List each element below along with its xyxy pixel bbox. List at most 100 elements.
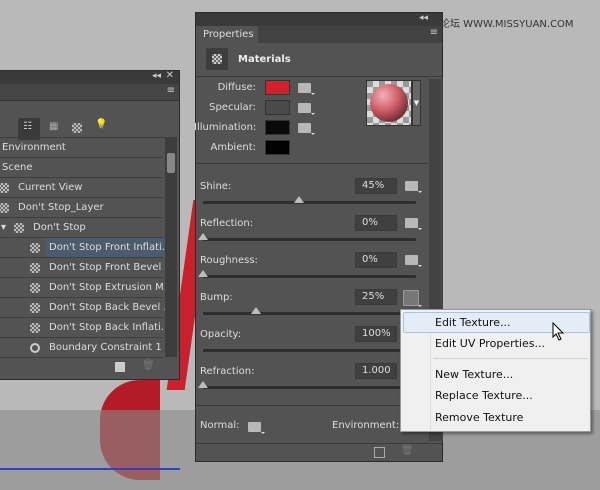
menu-item-new-texture[interactable]: New Texture... <box>435 365 513 385</box>
scrollbar[interactable] <box>165 137 177 357</box>
scene-list-item[interactable]: Don't Stop Back Bevel ... <box>0 298 173 318</box>
opacity-slider[interactable] <box>203 344 421 352</box>
normal-label: Normal: <box>200 420 240 431</box>
bump-slider-thumb[interactable] <box>251 307 262 314</box>
scene-list-item[interactable]: Scene <box>0 158 163 178</box>
environment-label: Environment: <box>332 420 400 431</box>
collapse-icon[interactable]: ◂◂ <box>419 13 428 23</box>
shine-texture-folder-icon[interactable] <box>405 181 422 193</box>
scene-item-label: Scene <box>2 162 33 173</box>
trash-icon[interactable]: 🗑 <box>401 445 414 456</box>
scrollbar-thumb[interactable] <box>167 153 175 173</box>
menu-item-edit-uv-properties[interactable]: Edit UV Properties... <box>435 334 545 354</box>
close-icon[interactable]: ✕ <box>166 70 174 81</box>
menu-item-replace-texture[interactable]: Replace Texture... <box>435 386 533 406</box>
menu-item-remove-texture[interactable]: Remove Texture <box>435 408 523 428</box>
reflection-slider[interactable] <box>198 233 416 241</box>
material-icon <box>30 303 40 313</box>
refraction-slider[interactable] <box>198 381 416 389</box>
scene-item-label: Don't Stop Back Inflati... <box>49 322 171 333</box>
scene-item-label: Environment <box>2 142 66 153</box>
tree-icon: ☷ <box>23 121 32 132</box>
scene-list: Environment Scene Current View Don't Stop_L… <box>0 137 176 358</box>
reflection-slider-thumb[interactable] <box>198 233 208 240</box>
reflection-label: Reflection: <box>200 218 254 229</box>
trash-icon[interactable]: 🗑 <box>142 360 155 371</box>
roughness-slider-thumb[interactable] <box>198 270 208 277</box>
new-item-icon[interactable] <box>115 362 125 372</box>
scene-item-label: Don't Stop Front Bevel ... <box>49 262 174 273</box>
diffuse-texture-folder-icon[interactable] <box>298 83 315 95</box>
specular-label: Specular: <box>209 102 256 113</box>
scene-list-item[interactable]: Environment <box>0 138 163 158</box>
ambient-label: Ambient: <box>210 142 257 153</box>
diffuse-label: Diffuse: <box>217 82 256 93</box>
material-sphere <box>370 84 408 122</box>
shine-slider-thumb[interactable] <box>293 196 304 203</box>
scene-item-label: Boundary Constraint 1 <box>49 342 162 353</box>
material-icon <box>30 323 40 333</box>
constraint-icon <box>30 343 40 353</box>
camera-icon <box>0 183 9 193</box>
material-icon <box>30 283 40 293</box>
scene-item-label: Current View <box>18 182 83 193</box>
scene-list-item[interactable]: Don't Stop_Layer <box>0 198 163 218</box>
section-title: Materials <box>238 54 291 65</box>
normal-texture-folder-icon[interactable] <box>248 422 265 434</box>
opacity-label: Opacity: <box>200 329 242 340</box>
bump-input[interactable]: 25% <box>355 289 397 305</box>
illumination-color-swatch[interactable] <box>265 120 290 135</box>
collapse-icon[interactable]: ◂◂ <box>152 71 161 81</box>
shine-label: Shine: <box>200 181 232 192</box>
refraction-input[interactable]: 1.000 <box>355 363 397 379</box>
roughness-input[interactable]: 0% <box>355 252 397 268</box>
scene-item-label: Don't Stop <box>33 222 86 233</box>
bump-slider[interactable] <box>203 307 416 315</box>
reflection-texture-folder-icon[interactable] <box>405 218 422 230</box>
scene-list-item[interactable]: ▾ Don't Stop <box>0 218 163 238</box>
ambient-color-swatch[interactable] <box>265 140 290 155</box>
refraction-label: Refraction: <box>200 366 255 377</box>
bump-label: Bump: <box>200 292 233 303</box>
scene-item-label: Don't Stop Extrusion M... <box>49 282 174 293</box>
shine-input[interactable]: 45% <box>355 178 397 194</box>
roughness-texture-folder-icon[interactable] <box>405 255 422 267</box>
scene-item-label: Don't Stop Front Inflati... <box>46 238 176 257</box>
material-picker-dropdown[interactable]: ▼ <box>412 80 421 126</box>
mesh-filter-icon[interactable]: ▦ <box>49 121 58 132</box>
scene-list-item[interactable]: Current View <box>0 178 163 198</box>
material-preview[interactable] <box>366 80 412 126</box>
menu-item-edit-texture[interactable]: Edit Texture... <box>435 313 511 333</box>
illumination-texture-folder-icon[interactable] <box>298 123 315 135</box>
scene-list-item[interactable]: Don't Stop Front Bevel ... <box>0 258 174 278</box>
material-icon <box>30 263 40 273</box>
shine-slider[interactable] <box>203 196 416 204</box>
tab-properties[interactable]: Properties <box>196 26 258 44</box>
reflection-input[interactable]: 0% <box>355 215 397 231</box>
expand-toggle-icon[interactable]: ▾ <box>1 218 6 237</box>
bump-texture-folder-icon[interactable] <box>403 290 422 307</box>
refraction-slider-thumb[interactable] <box>198 381 208 388</box>
layer-icon <box>0 203 9 213</box>
materials-filter-icon[interactable] <box>72 123 82 133</box>
panel-menu-icon[interactable]: ≡ <box>430 27 438 38</box>
scene-list-item[interactable]: Don't Stop Front Inflati... <box>0 238 176 258</box>
scene-list-item[interactable]: Don't Stop Extrusion M... <box>0 278 173 298</box>
scene-item-label: Don't Stop Back Bevel ... <box>49 302 173 313</box>
scene-list-item[interactable]: Boundary Constraint 1 <box>0 338 163 358</box>
light-filter-icon[interactable]: 💡 <box>95 119 107 130</box>
illumination-label: Illumination: <box>194 122 257 133</box>
panel-titlebar[interactable]: ◂◂ ✕ <box>0 70 179 84</box>
render-icon[interactable] <box>374 447 385 458</box>
diffuse-color-swatch[interactable] <box>265 80 290 95</box>
opacity-input[interactable]: 100% <box>355 326 397 342</box>
specular-texture-folder-icon[interactable] <box>298 103 315 115</box>
roughness-slider[interactable] <box>198 270 416 278</box>
scene-axis <box>0 468 180 470</box>
3d-scene-panel: ◂◂ ✕ ≡ ☷ ▦ 💡 Environment Scene Current Vie… <box>0 70 180 380</box>
material-icon <box>212 54 222 64</box>
panel-titlebar[interactable]: ◂◂ <box>196 13 442 26</box>
panel-menu-icon[interactable]: ≡ <box>167 85 175 96</box>
specular-color-swatch[interactable] <box>265 100 290 115</box>
scene-list-item[interactable]: Don't Stop Back Inflati... <box>0 318 170 338</box>
